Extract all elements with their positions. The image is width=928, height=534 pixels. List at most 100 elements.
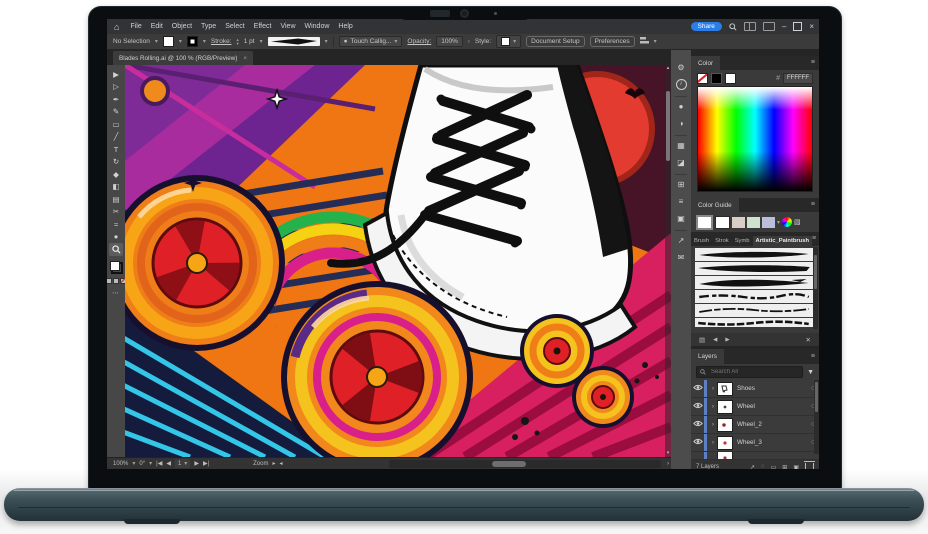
harmony-swatch[interactable] <box>732 216 745 228</box>
layer-thumbnail[interactable] <box>717 417 733 432</box>
chevron-down-icon[interactable]: ▾ <box>777 219 780 226</box>
comments-icon[interactable]: ✉ <box>673 250 689 265</box>
scroll-end-icon[interactable]: › <box>667 461 669 467</box>
white-swatch[interactable] <box>725 72 736 84</box>
limit-swatches-icon[interactable]: ▧ <box>794 218 801 226</box>
chevron-down-icon[interactable]: ▾ <box>654 38 657 45</box>
scroll-left-icon[interactable]: ◂ <box>279 460 282 467</box>
menu-item-effect[interactable]: Effect <box>254 23 272 30</box>
panel-menu-icon[interactable]: ≡ <box>811 198 815 212</box>
layer-thumbnail[interactable] <box>717 452 733 459</box>
pencil-tool[interactable]: ✎ <box>109 106 123 119</box>
base-color-swatch[interactable] <box>696 214 713 230</box>
layer-row-wheel-3[interactable]: › Wheel_3 ○ <box>691 434 819 452</box>
edit-toolbar-icon[interactable]: ⋯ <box>112 289 120 297</box>
blend-tool[interactable]: ≈ <box>109 218 123 231</box>
tab-brushes[interactable]: Brush <box>691 236 712 246</box>
rotation-value[interactable]: 0° <box>139 461 145 467</box>
restore-button[interactable] <box>793 22 803 31</box>
hex-value-field[interactable]: FFFFFF <box>783 72 813 84</box>
color-guide-icon[interactable]: ◑ <box>673 116 689 131</box>
fill-stroke-control[interactable] <box>109 260 123 274</box>
menu-item-view[interactable]: View <box>280 23 295 30</box>
gradient-tool[interactable]: ▤ <box>109 193 123 206</box>
panel-menu-icon[interactable]: ≡ <box>811 56 815 70</box>
search-icon[interactable] <box>729 22 737 31</box>
preferences-button[interactable]: Preferences <box>589 36 635 47</box>
last-artboard-icon[interactable]: ▶| <box>203 460 209 467</box>
tab-color-guide[interactable]: Color Guide <box>691 198 739 212</box>
harmony-swatch[interactable] <box>762 216 775 228</box>
stroke-label[interactable]: Stroke: <box>211 38 232 45</box>
chevron-down-icon[interactable]: ▾ <box>260 38 263 45</box>
filter-icon[interactable]: ▼ <box>807 369 814 376</box>
black-swatch[interactable] <box>711 72 722 84</box>
harmony-swatch[interactable] <box>747 216 760 228</box>
visibility-eye-icon[interactable] <box>691 438 704 447</box>
stroke-weight-value[interactable]: 1 pt <box>244 38 255 45</box>
tab-artistic-paintbrush[interactable]: Artistic_Paintbrush <box>752 236 812 246</box>
variable-width-profile[interactable] <box>267 37 320 46</box>
selection-status[interactable]: No Selection <box>113 38 150 45</box>
scissors-tool[interactable]: ✂ <box>109 206 123 219</box>
visibility-eye-icon[interactable] <box>691 420 704 429</box>
document-tab[interactable]: Blades Rolling.ai @ 100 % (RGB/Preview) … <box>113 51 254 65</box>
brush-stroke-row[interactable] <box>695 290 813 303</box>
close-tab-icon[interactable]: × <box>243 55 247 62</box>
layer-name[interactable]: Wheel_2 <box>737 421 807 428</box>
clipping-mask-icon[interactable]: ▭ <box>771 464 777 470</box>
zoom-tool[interactable] <box>109 243 123 256</box>
rotate-tool[interactable]: ↻ <box>109 156 123 169</box>
shape-builder-tool[interactable]: ◧ <box>109 181 123 194</box>
brush-stroke-row[interactable] <box>695 262 813 275</box>
brushes-icon[interactable]: ◪ <box>673 155 689 170</box>
properties-gear-icon[interactable]: ⚙ <box>673 60 689 75</box>
layers-search-field[interactable] <box>696 366 804 378</box>
layer-name[interactable]: Wheel <box>737 403 807 410</box>
menu-item-help[interactable]: Help <box>338 23 352 30</box>
chevron-down-icon[interactable]: ▾ <box>203 38 206 45</box>
visibility-eye-icon[interactable] <box>691 384 704 393</box>
minimize-button[interactable]: – <box>782 19 786 34</box>
brush-libraries-icon[interactable]: ▤ <box>699 336 705 344</box>
direct-selection-tool[interactable]: ▷ <box>109 81 123 94</box>
brush-scroll-thumb[interactable] <box>814 255 817 289</box>
layer-row-partial[interactable] <box>691 452 819 460</box>
stroke-color-swatch[interactable] <box>186 36 198 47</box>
brush-stroke-row[interactable] <box>695 318 813 327</box>
locate-object-icon[interactable]: ◌ <box>761 464 765 469</box>
rectangle-tool[interactable]: ▭ <box>109 118 123 131</box>
layer-row-wheel-2[interactable]: › Wheel_2 ○ <box>691 416 819 434</box>
layers-scrollbar[interactable] <box>814 380 819 454</box>
symbol-sprayer-tool[interactable]: ● <box>109 231 123 244</box>
opacity-value[interactable]: 100% <box>436 36 463 47</box>
expand-icon[interactable]: › <box>709 422 717 428</box>
layers-scroll-thumb[interactable] <box>815 382 818 412</box>
tab-stroke[interactable]: Strok <box>712 236 732 246</box>
prev-brush-icon[interactable]: ◀ <box>713 337 717 343</box>
style-swatch[interactable]: ▾ <box>496 35 522 48</box>
expand-icon[interactable]: › <box>709 440 717 446</box>
layer-row-shoes[interactable]: › Shoes ○ <box>691 380 819 398</box>
brush-definition-select[interactable]: ● Touch Callig... ▾ <box>338 36 403 47</box>
canvas[interactable]: ▴ ▾ <box>125 65 671 457</box>
chevron-down-icon[interactable]: ▾ <box>149 460 152 467</box>
expand-icon[interactable]: › <box>709 404 717 410</box>
home-icon[interactable]: ⌂ <box>114 22 119 32</box>
gradient-button[interactable] <box>113 277 119 284</box>
color-button[interactable] <box>107 277 112 284</box>
prev-artboard-icon[interactable]: ◀ <box>166 460 171 467</box>
brush-stroke-row[interactable] <box>695 248 813 261</box>
horizontal-scroll-thumb[interactable] <box>492 461 527 467</box>
arrange-documents-icon[interactable] <box>743 22 756 31</box>
artboard-number[interactable]: 1 ▾ <box>174 459 191 468</box>
layer-thumbnail[interactable] <box>717 399 733 414</box>
layer-row-wheel[interactable]: › Wheel ○ <box>691 398 819 416</box>
menu-item-file[interactable]: File <box>130 23 141 30</box>
close-button[interactable]: × <box>809 19 814 34</box>
expand-icon[interactable]: › <box>709 386 717 392</box>
layer-name[interactable]: Wheel_3 <box>737 439 807 446</box>
color-panel-icon[interactable]: ● <box>673 99 689 114</box>
panel-menu-icon[interactable]: ≡ <box>812 232 816 246</box>
next-brush-icon[interactable]: ▶ <box>725 337 729 343</box>
